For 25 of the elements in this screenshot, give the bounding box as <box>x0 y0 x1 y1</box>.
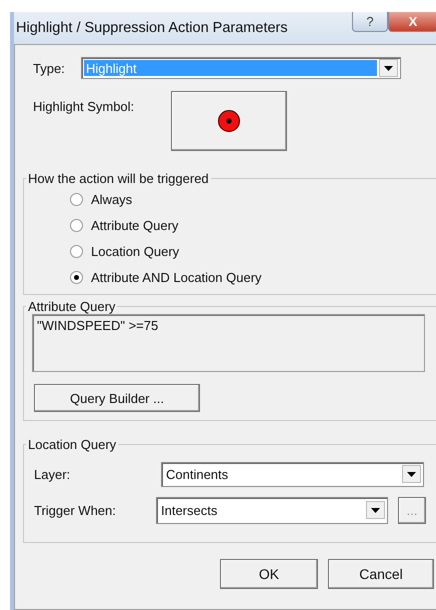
query-text-area[interactable]: "WINDSPEED" >=75 <box>32 314 425 372</box>
trigger-when-label: Trigger When: <box>34 502 117 518</box>
trigger-when-dropdown[interactable]: Intersects <box>156 496 388 524</box>
option-label[interactable]: Attribute Query <box>91 218 178 232</box>
cancel-button[interactable]: Cancel <box>328 559 434 589</box>
option-label[interactable]: Location Query <box>91 244 180 258</box>
option-label[interactable]: Attribute AND Location Query <box>91 270 262 284</box>
layer-label: Layer: <box>34 466 72 482</box>
dot-symbol-icon <box>217 109 241 133</box>
radio-button[interactable] <box>70 244 83 258</box>
option-label[interactable]: Always <box>91 192 132 206</box>
group-title: How the action will be triggered <box>27 171 210 186</box>
symbol-button[interactable] <box>171 91 287 151</box>
group-title: Attribute Query <box>27 299 116 314</box>
radio-button[interactable] <box>70 218 83 232</box>
query-builder-button[interactable]: Query Builder ... <box>34 384 200 412</box>
radio-button[interactable] <box>70 270 83 284</box>
layer-dropdown[interactable]: Continents <box>161 462 424 486</box>
help-button[interactable]: ? <box>352 12 388 32</box>
type-label: Type: <box>33 60 66 76</box>
highlight-symbol-label: Highlight Symbol: <box>33 98 136 114</box>
radio-button[interactable] <box>70 192 83 206</box>
window-title: Highlight / Suppression Action Parameters <box>15 20 288 36</box>
ok-button[interactable]: OK <box>220 559 318 589</box>
group-title: Location Query <box>27 437 118 452</box>
